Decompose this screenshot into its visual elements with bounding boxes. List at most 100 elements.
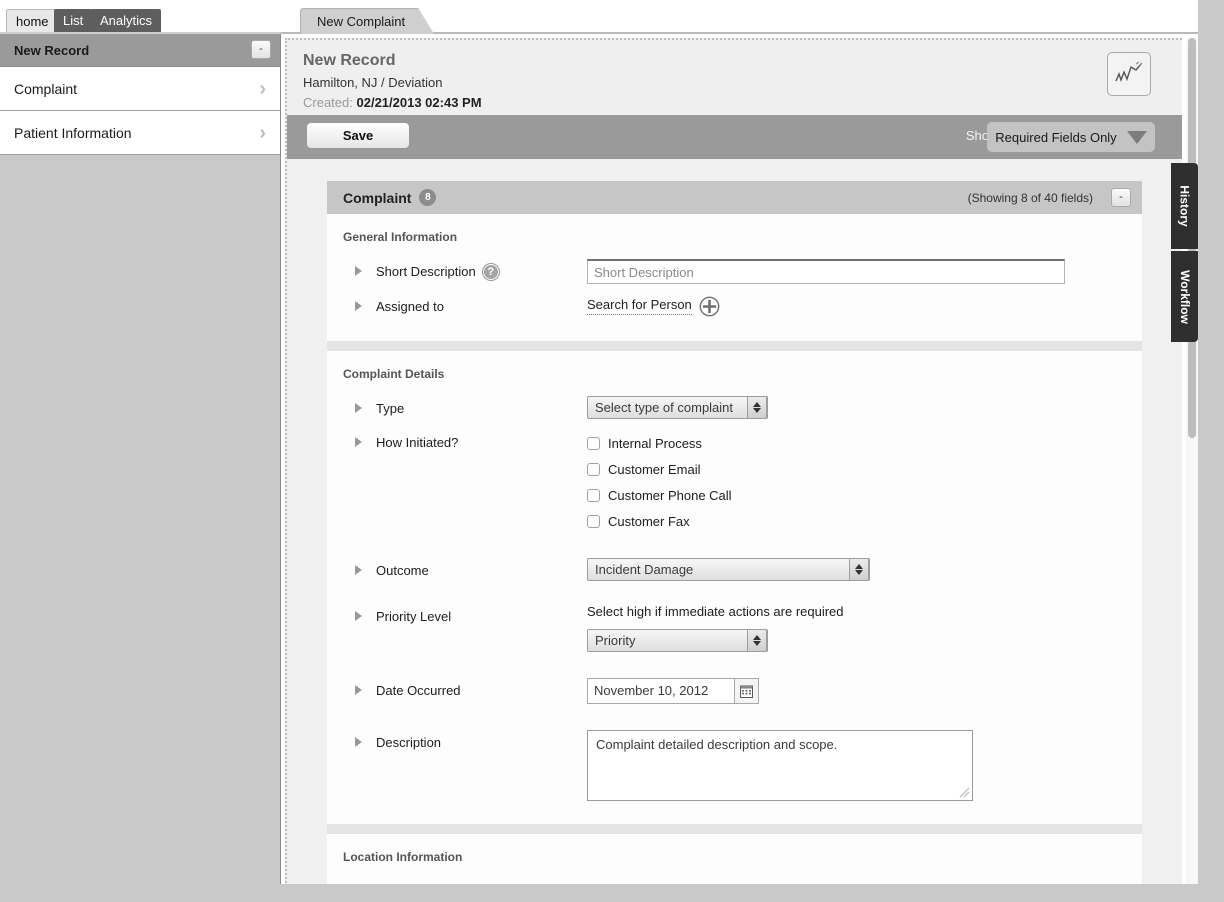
plus-circle-icon[interactable]: [699, 296, 720, 317]
expand-arrow-icon[interactable]: [355, 685, 362, 695]
record-title: New Record: [303, 52, 396, 69]
field-control: Complaint detailed description and scope…: [587, 730, 1142, 801]
field-label-text: How Initiated?: [376, 435, 459, 450]
field-type: Type Select type of complaint: [327, 391, 1142, 425]
section-badge: 8: [419, 189, 437, 206]
field-label-text: Type: [376, 401, 405, 416]
field-outcome: Outcome Incident Damage: [327, 553, 1142, 587]
field-label-text: Short Description: [376, 264, 476, 279]
section-title: Complaint: [343, 189, 412, 206]
description-textarea-value: Complaint detailed description and scope…: [596, 737, 838, 752]
field-control: Select high if immediate actions are req…: [587, 604, 1142, 652]
field-control: Select type of complaint: [587, 396, 1142, 420]
sidebar-title: New Record: [14, 42, 90, 58]
window-right-edge: [1198, 0, 1224, 902]
checkbox-icon: [587, 488, 600, 502]
content-root: New Complaint New Record Hamilton, NJ / …: [281, 0, 1224, 902]
expand-arrow-icon[interactable]: [355, 437, 362, 447]
document-tab-bar: New Complaint: [281, 0, 1224, 34]
type-dropdown[interactable]: Select type of complaint: [587, 396, 768, 419]
checkbox-customer-phone-call[interactable]: Customer Phone Call: [587, 482, 1142, 508]
expand-arrow-icon[interactable]: [355, 301, 362, 311]
short-description-input[interactable]: Short Description: [587, 259, 1065, 284]
field-label-text: Priority Level: [376, 609, 452, 624]
checkbox-icon: [587, 462, 600, 476]
record-created: Created: 02/21/2013 02:43 PM: [303, 95, 482, 110]
toolbar: Save Show: Required Fields Only: [287, 115, 1182, 159]
field-control: Short Description: [587, 259, 1142, 284]
field-control: Incident Damage: [587, 558, 1142, 582]
sidebar-header: New Record -: [0, 34, 280, 67]
expand-arrow-icon[interactable]: [355, 737, 362, 747]
sidebar-item-label: Patient Information: [14, 124, 132, 141]
checkbox-icon: [587, 436, 600, 450]
side-tab-workflow[interactable]: Workflow: [1171, 251, 1198, 342]
sidebar: New Record - Complaint › Patient Informa…: [0, 34, 281, 892]
chevron-right-icon: ›: [259, 121, 266, 144]
checkbox-label: Customer Fax: [608, 513, 690, 529]
document-tab-new-complaint[interactable]: New Complaint: [300, 8, 434, 34]
field-priority-level: Priority Level Select high if immediate …: [327, 599, 1142, 657]
description-textarea[interactable]: Complaint detailed description and scope…: [587, 730, 973, 801]
record-created-label: Created:: [303, 95, 353, 110]
show-fields-dropdown[interactable]: Required Fields Only: [987, 122, 1155, 152]
sidebar-item-patient-information[interactable]: Patient Information ›: [0, 111, 280, 155]
chevron-down-icon: [1126, 130, 1147, 144]
side-tab-history[interactable]: History: [1171, 163, 1198, 249]
stepper-icon: [747, 629, 767, 652]
date-occurred-input[interactable]: November 10, 2012: [587, 678, 734, 704]
expand-arrow-icon[interactable]: [355, 266, 362, 276]
expand-arrow-icon[interactable]: [355, 611, 362, 621]
app-tab-home[interactable]: home: [6, 9, 59, 32]
calendar-glyph: [740, 685, 753, 698]
priority-dropdown[interactable]: Priority: [587, 629, 768, 652]
outcome-dropdown[interactable]: Incident Damage: [587, 558, 870, 581]
field-description: Description Complaint detailed descripti…: [327, 725, 1142, 806]
resize-grip-icon[interactable]: [958, 786, 970, 798]
section-header-complaint: Complaint 8 (Showing 8 of 40 fields) -: [327, 181, 1142, 214]
record-panel: New Record Hamilton, NJ / Deviation Crea…: [285, 38, 1182, 894]
app-tab-list[interactable]: List: [54, 9, 93, 32]
help-icon[interactable]: ?: [482, 264, 499, 280]
section-collapse-button[interactable]: -: [1111, 188, 1131, 207]
field-label: Outcome: [327, 558, 587, 582]
field-short-description: Short Description ? Short Description: [327, 254, 1142, 289]
checkbox-customer-email[interactable]: Customer Email: [587, 456, 1142, 482]
expand-arrow-icon[interactable]: [355, 565, 362, 575]
field-how-initiated: How Initiated? Internal Process Customer…: [327, 425, 1142, 539]
checkbox-label: Customer Email: [608, 461, 701, 477]
field-label: Short Description ?: [327, 259, 587, 284]
side-tab-label: Workflow: [1177, 269, 1192, 324]
group-complaint-details: Complaint Details Type Select type of co…: [327, 351, 1142, 834]
sidebar-item-complaint[interactable]: Complaint ›: [0, 67, 280, 111]
checkbox-internal-process[interactable]: Internal Process: [587, 430, 1142, 456]
app-tab-analytics[interactable]: Analytics: [91, 9, 162, 32]
field-label: Date Occurred: [327, 678, 587, 704]
signature-chart-icon[interactable]: [1107, 52, 1151, 96]
field-label: Assigned to: [327, 294, 587, 318]
expand-arrow-icon[interactable]: [355, 403, 362, 413]
signature-chart-glyph: [1115, 61, 1143, 83]
field-label: Type: [327, 396, 587, 420]
type-dropdown-value: Select type of complaint: [595, 400, 734, 415]
form-area: Complaint 8 (Showing 8 of 40 fields) - G…: [287, 159, 1182, 894]
field-label-text: Outcome: [376, 563, 429, 578]
search-for-person-link[interactable]: Search for Person: [587, 297, 692, 315]
save-button[interactable]: Save: [306, 122, 410, 149]
field-assigned-to: Assigned to Search for Person: [327, 289, 1142, 323]
checkbox-icon: [587, 514, 600, 528]
checkbox-customer-fax[interactable]: Customer Fax: [587, 508, 1142, 534]
sidebar-item-label: Complaint: [14, 80, 78, 97]
section-showing-text: (Showing 8 of 40 fields): [967, 190, 1093, 205]
calendar-icon[interactable]: [734, 678, 759, 704]
field-control: Search for Person: [587, 294, 1142, 318]
field-label-text: Assigned to: [376, 299, 444, 314]
sidebar-collapse-button[interactable]: -: [251, 40, 271, 59]
window-bottom-edge: [0, 884, 1224, 902]
stepper-icon: [849, 558, 869, 581]
checkbox-label: Internal Process: [608, 435, 702, 451]
field-control: Internal Process Customer Email Customer…: [587, 430, 1142, 534]
field-label: How Initiated?: [327, 430, 587, 534]
stepper-icon: [747, 396, 767, 419]
record-created-value: 02/21/2013 02:43 PM: [356, 95, 482, 110]
